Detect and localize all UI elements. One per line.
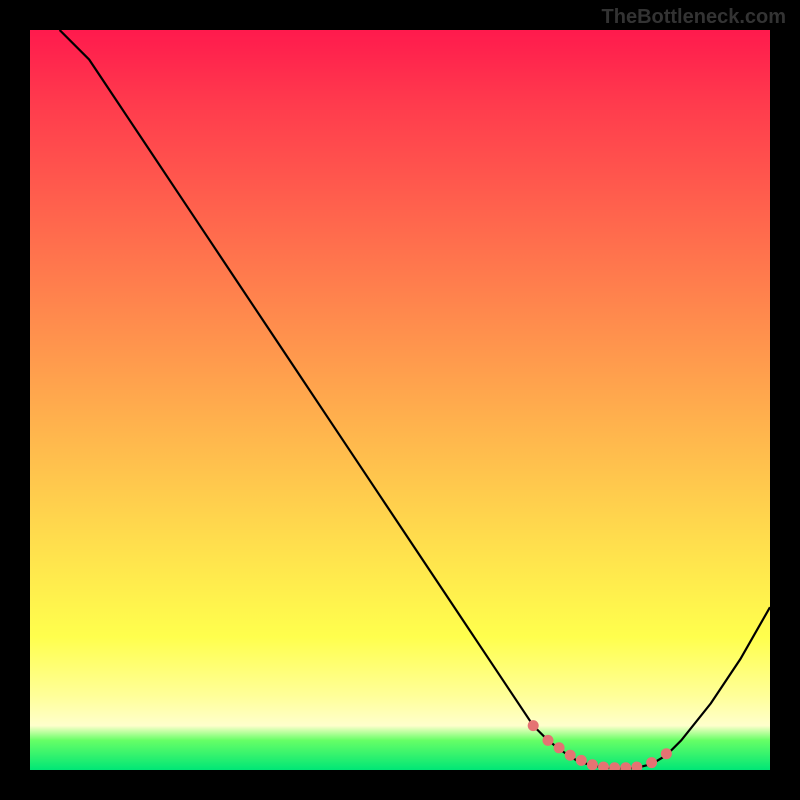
chart-container: TheBottleneck.com xyxy=(0,0,800,800)
plot-background xyxy=(30,30,770,770)
watermark-text: TheBottleneck.com xyxy=(602,6,786,29)
